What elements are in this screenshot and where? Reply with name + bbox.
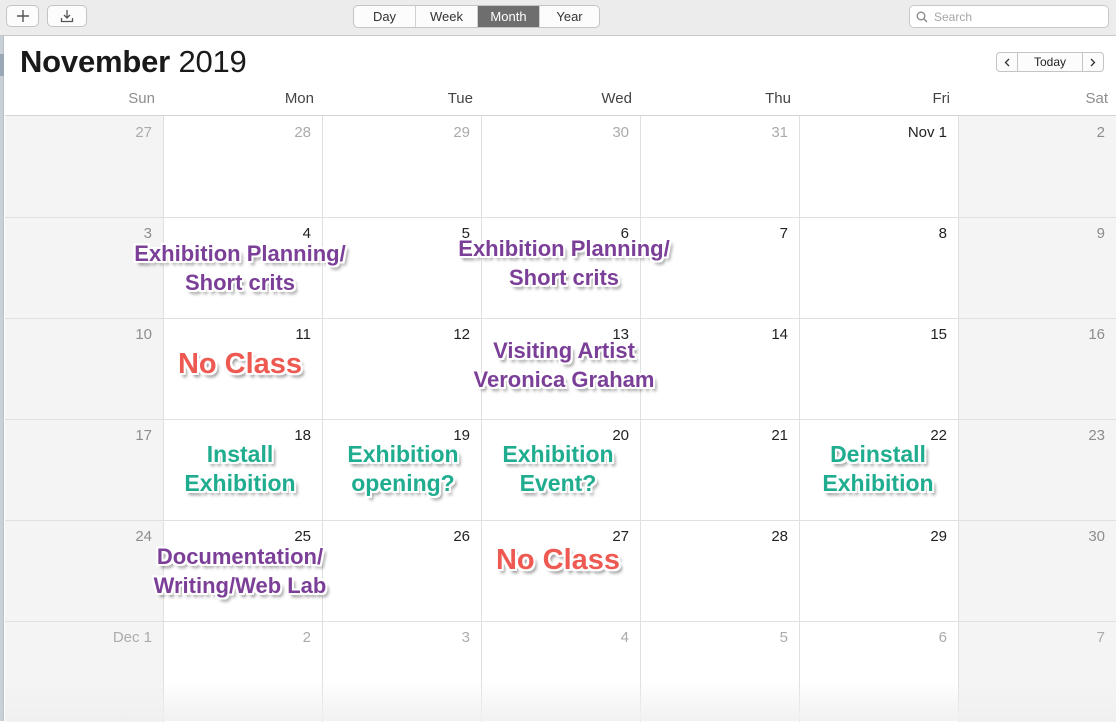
annotation-no-class-nov11: No Class bbox=[177, 348, 303, 380]
month-label: November bbox=[20, 44, 171, 79]
month-grid: 27 28 29 30 31 Nov 1 2 3 4 5 6 7 8 9 10 11 12 13 14 15 16 17 1… bbox=[5, 115, 1116, 722]
day-number: 21 bbox=[771, 427, 788, 444]
weekday-header-wed: Wed bbox=[601, 90, 632, 107]
day-number: 3 bbox=[461, 629, 470, 646]
day-cell[interactable]: 30 bbox=[958, 520, 1116, 621]
day-cell[interactable]: 30 bbox=[481, 116, 640, 217]
day-number: 4 bbox=[620, 629, 629, 646]
sidebar-edge bbox=[0, 36, 4, 721]
day-cell[interactable]: 8 bbox=[799, 217, 958, 318]
annotation-exhibition-opening: Exhibition opening? bbox=[347, 441, 459, 496]
day-number: 7 bbox=[779, 225, 788, 242]
chevron-left-icon bbox=[1004, 58, 1010, 67]
date-navigation: Today bbox=[996, 52, 1104, 72]
plus-icon bbox=[16, 10, 29, 22]
day-cell[interactable]: 17 bbox=[5, 419, 163, 520]
day-number: 23 bbox=[1088, 427, 1105, 444]
day-number: 29 bbox=[453, 124, 470, 141]
day-number: 16 bbox=[1088, 326, 1105, 343]
day-cell[interactable]: 21 bbox=[640, 419, 799, 520]
day-cell[interactable]: 28 bbox=[163, 116, 322, 217]
day-cell[interactable]: 23 bbox=[958, 419, 1116, 520]
day-number: 28 bbox=[771, 528, 788, 545]
weekday-header-thu: Thu bbox=[765, 90, 791, 107]
view-month-button[interactable]: Month bbox=[478, 6, 540, 27]
chevron-right-icon bbox=[1090, 58, 1096, 67]
import-button[interactable] bbox=[47, 5, 87, 27]
day-cell[interactable]: 15 bbox=[799, 318, 958, 419]
day-number: 7 bbox=[1096, 629, 1105, 646]
weekday-header-fri: Fri bbox=[932, 90, 951, 107]
annotation-visiting-artist: Visiting Artist Veronica Graham bbox=[473, 338, 655, 392]
annotation-documentation-lab: Documentation/Writing/Web Lab bbox=[153, 544, 327, 598]
weekday-header-sun: Sun bbox=[128, 90, 155, 107]
search-box bbox=[909, 5, 1109, 28]
weekday-header-sat: Sat bbox=[1085, 90, 1108, 107]
search-input[interactable] bbox=[932, 7, 1106, 27]
day-number: Nov 1 bbox=[907, 124, 947, 141]
day-number: 11 bbox=[295, 326, 311, 343]
scroll-fade bbox=[5, 681, 1116, 721]
view-day-button[interactable]: Day bbox=[354, 6, 416, 27]
day-number: 10 bbox=[135, 326, 152, 343]
annotation-exhibition-planning-wed: Exhibition Planning/Short crits bbox=[458, 236, 670, 290]
day-cell[interactable]: 29 bbox=[322, 116, 481, 217]
toolbar: Day Week Month Year bbox=[0, 0, 1116, 36]
day-number: 29 bbox=[930, 528, 947, 545]
annotation-no-class-nov27: No Class bbox=[495, 544, 621, 576]
annotation-install-exhibition: Install Exhibition bbox=[184, 441, 296, 496]
day-number: 26 bbox=[453, 528, 470, 545]
day-number: 30 bbox=[1088, 528, 1105, 545]
day-number: 31 bbox=[771, 124, 788, 141]
search-icon bbox=[916, 11, 928, 23]
day-number: 15 bbox=[930, 326, 947, 343]
day-cell[interactable]: 28 bbox=[640, 520, 799, 621]
view-week-button[interactable]: Week bbox=[416, 6, 478, 27]
day-cell[interactable]: 9 bbox=[958, 217, 1116, 318]
year-label: 2019 bbox=[178, 44, 247, 79]
next-month-button[interactable] bbox=[1082, 52, 1104, 72]
page-title: November 2019 bbox=[20, 44, 247, 80]
day-number: 27 bbox=[612, 528, 629, 545]
day-number: 30 bbox=[612, 124, 629, 141]
day-number: 2 bbox=[302, 629, 311, 646]
day-cell[interactable]: 16 bbox=[958, 318, 1116, 419]
day-cell[interactable]: 31 bbox=[640, 116, 799, 217]
day-number: 27 bbox=[135, 124, 152, 141]
day-number: 14 bbox=[771, 326, 788, 343]
add-event-button[interactable] bbox=[6, 5, 39, 27]
view-switcher: Day Week Month Year bbox=[353, 5, 600, 28]
previous-month-button[interactable] bbox=[996, 52, 1018, 72]
day-number: 2 bbox=[1096, 124, 1105, 141]
day-number: 28 bbox=[294, 124, 311, 141]
day-cell[interactable]: 27 bbox=[5, 116, 163, 217]
annotation-exhibition-planning-mon: Exhibition Planning/Short crits bbox=[134, 241, 346, 295]
annotation-deinstall-exhibition: Deinstall Exhibition bbox=[822, 441, 934, 496]
day-number: 17 bbox=[135, 427, 152, 444]
day-number: 8 bbox=[938, 225, 947, 242]
day-number: 6 bbox=[938, 629, 947, 646]
day-number: 5 bbox=[779, 629, 788, 646]
download-tray-icon bbox=[60, 10, 74, 23]
day-cell[interactable]: Nov 1 bbox=[799, 116, 958, 217]
today-button[interactable]: Today bbox=[1018, 52, 1082, 72]
weekday-header-mon: Mon bbox=[284, 90, 314, 107]
annotation-exhibition-event: Exhibition Event? bbox=[502, 441, 614, 496]
weekday-header-tue: Tue bbox=[447, 90, 473, 107]
day-cell[interactable]: 2 bbox=[958, 116, 1116, 217]
day-number: Dec 1 bbox=[112, 629, 152, 646]
day-cell[interactable]: 29 bbox=[799, 520, 958, 621]
day-number: 9 bbox=[1096, 225, 1105, 242]
view-year-button[interactable]: Year bbox=[540, 6, 599, 27]
